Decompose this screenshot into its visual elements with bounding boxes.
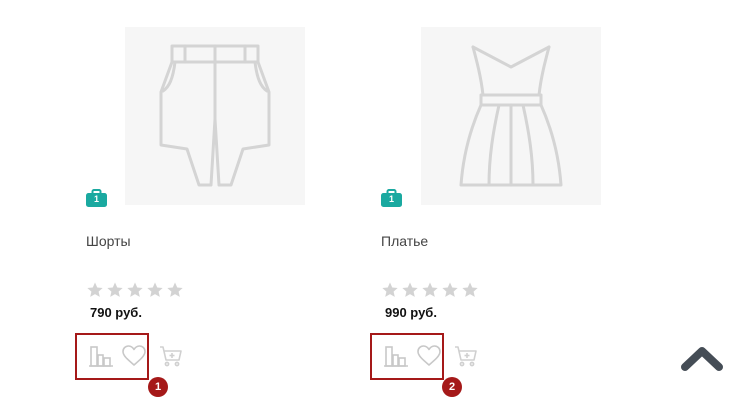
rating-stars[interactable]: [381, 281, 479, 299]
product-price: 790 руб.: [90, 305, 142, 320]
annotation-marker: 1: [148, 377, 168, 397]
product-actions: 2: [370, 333, 491, 397]
star-icon[interactable]: [86, 281, 104, 299]
product-price: 990 руб.: [385, 305, 437, 320]
stock-badge: 1: [86, 189, 107, 207]
star-icon[interactable]: [166, 281, 184, 299]
star-icon[interactable]: [381, 281, 399, 299]
wishlist-button[interactable]: [416, 343, 442, 374]
shorts-icon: [159, 44, 271, 187]
stock-badge: 1: [381, 189, 402, 207]
product-image[interactable]: [421, 27, 601, 205]
heart-icon: [417, 345, 441, 366]
stock-count: 1: [93, 194, 99, 204]
star-icon[interactable]: [401, 281, 419, 299]
star-icon[interactable]: [421, 281, 439, 299]
stock-count: 1: [388, 194, 394, 204]
cart-icon: [455, 346, 477, 367]
star-icon[interactable]: [106, 281, 124, 299]
product-title[interactable]: Платье: [381, 233, 428, 249]
wishlist-button[interactable]: [121, 343, 147, 374]
product-image[interactable]: [125, 27, 305, 205]
annotation-marker: 2: [442, 377, 462, 397]
chevron-up-icon: [681, 347, 723, 371]
add-to-cart-button[interactable]: [158, 343, 184, 374]
product-card: 1 Шорты 790 руб. 1: [75, 0, 346, 405]
scroll-to-top-button[interactable]: [680, 345, 724, 373]
star-icon[interactable]: [441, 281, 459, 299]
star-icon[interactable]: [146, 281, 164, 299]
rating-stars[interactable]: [86, 281, 184, 299]
compare-button[interactable]: [88, 343, 114, 374]
star-icon[interactable]: [126, 281, 144, 299]
compare-icon: [384, 346, 408, 367]
cart-icon: [160, 346, 182, 367]
compare-icon: [89, 346, 113, 367]
star-icon[interactable]: [461, 281, 479, 299]
add-to-cart-button[interactable]: [453, 343, 479, 374]
compare-button[interactable]: [383, 343, 409, 374]
product-actions: 1: [75, 333, 196, 397]
heart-icon: [122, 345, 146, 366]
product-title[interactable]: Шорты: [86, 233, 131, 249]
dress-icon: [459, 45, 563, 187]
product-card: 1 Платье 990 руб. 2: [370, 0, 641, 405]
